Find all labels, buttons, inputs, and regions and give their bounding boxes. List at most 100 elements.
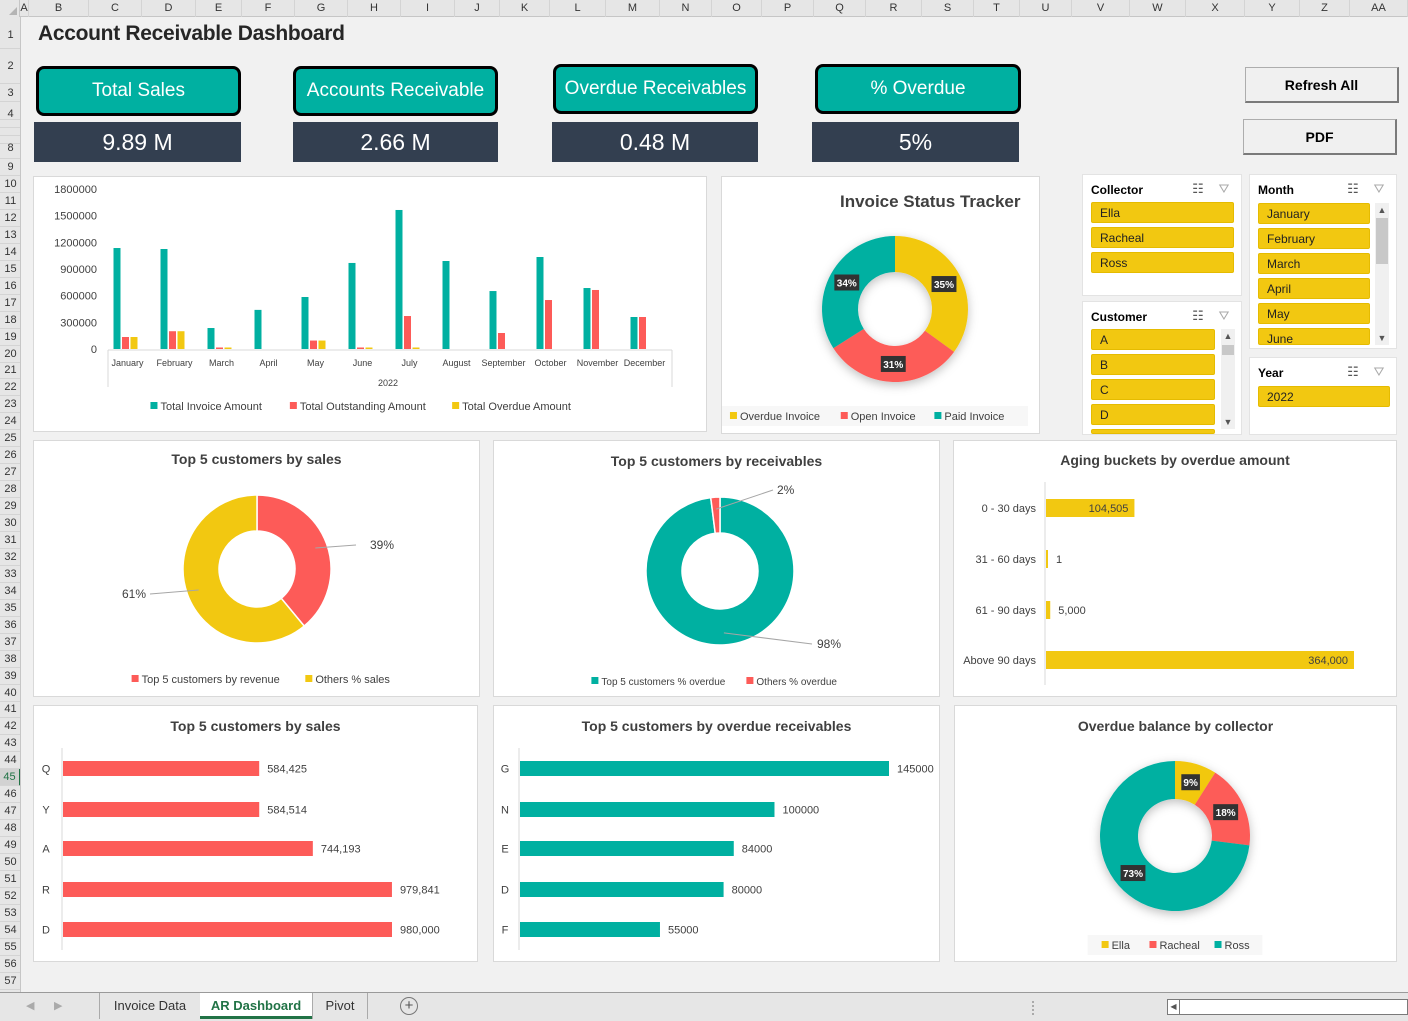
top5-overdue-bar-chart[interactable]: Top 5 customers by overdue receivables G…: [493, 705, 940, 962]
column-header-h[interactable]: H: [348, 0, 401, 17]
scroll-up-icon[interactable]: ▲: [1375, 203, 1389, 217]
slicer-item-month-april[interactable]: April: [1258, 278, 1370, 299]
row-header-48[interactable]: 48: [0, 820, 20, 838]
column-header-s[interactable]: S: [922, 0, 974, 17]
row-header-12[interactable]: 12: [0, 210, 20, 227]
row-header-56[interactable]: 56: [0, 956, 20, 973]
column-header-e[interactable]: E: [196, 0, 242, 17]
column-header-d[interactable]: D: [142, 0, 196, 17]
row-header-31[interactable]: 31: [0, 532, 20, 549]
slicer-item-month-march[interactable]: March: [1258, 253, 1370, 274]
row-header-26[interactable]: 26: [0, 447, 20, 465]
top5-sales-donut-chart[interactable]: Top 5 customers by sales 39% 61% Top 5 cus…: [33, 440, 480, 697]
slicer-item-customer-partial[interactable]: [1091, 429, 1215, 434]
collector-donut-chart[interactable]: Overdue balance by collector 9% 18% 73% Ell…: [954, 705, 1397, 962]
row-header-20[interactable]: 20: [0, 346, 20, 363]
customer-slicer-scrollbar[interactable]: ▲ ▼: [1221, 329, 1235, 429]
scroll-thumb[interactable]: [1222, 345, 1234, 355]
column-header-l[interactable]: L: [550, 0, 606, 17]
column-header-q[interactable]: Q: [814, 0, 866, 17]
clear-filter-icon[interactable]: ⛛: [1215, 308, 1233, 324]
row-header-49[interactable]: 49: [0, 837, 20, 855]
column-header-f[interactable]: F: [242, 0, 295, 17]
row-header-1[interactable]: 1: [0, 21, 20, 49]
refresh-all-button[interactable]: Refresh All: [1245, 67, 1399, 103]
monthly-amounts-chart[interactable]: 1800000 1500000 1200000 900000 600000 300000 0…: [33, 176, 707, 432]
row-header-33[interactable]: 33: [0, 566, 20, 583]
row-header-32[interactable]: 32: [0, 549, 20, 566]
column-header-j[interactable]: J: [455, 0, 500, 17]
column-header-c[interactable]: C: [89, 0, 142, 17]
scroll-left-icon[interactable]: ◀: [1168, 1000, 1180, 1014]
row-header-42[interactable]: 42: [0, 718, 20, 736]
row-header-47[interactable]: 47: [0, 803, 20, 821]
row-header-11[interactable]: 11: [0, 193, 20, 210]
row-header-14[interactable]: 14: [0, 244, 20, 261]
slicer-item-month-may[interactable]: May: [1258, 303, 1370, 324]
column-header-n[interactable]: N: [660, 0, 712, 17]
row-header-35[interactable]: 35: [0, 600, 20, 617]
slicer-item-month-june[interactable]: June: [1258, 328, 1370, 345]
row-header-6[interactable]: [0, 128, 20, 136]
column-header-r[interactable]: R: [866, 0, 922, 17]
row-header-34[interactable]: 34: [0, 583, 20, 600]
slicer-item-collector-ella[interactable]: Ella: [1091, 202, 1234, 223]
row-header-8[interactable]: 8: [0, 138, 20, 159]
row-header-52[interactable]: 52: [0, 888, 20, 905]
column-header-u[interactable]: U: [1020, 0, 1072, 17]
row-header-19[interactable]: 19: [0, 329, 20, 346]
slicer-item-month-january[interactable]: January: [1258, 203, 1370, 224]
column-header-i[interactable]: I: [401, 0, 455, 17]
row-header-40[interactable]: 40: [0, 685, 20, 702]
multi-select-icon[interactable]: ☷: [1344, 364, 1362, 380]
row-header-57[interactable]: 57: [0, 973, 20, 990]
column-header-k[interactable]: K: [500, 0, 550, 17]
row-header-41[interactable]: 41: [0, 701, 20, 719]
tab-splitter-handle[interactable]: [1032, 1001, 1035, 1015]
clear-filter-icon[interactable]: ⛛: [1370, 181, 1388, 197]
slicer-item-year-2022[interactable]: 2022: [1258, 386, 1390, 407]
column-header-b[interactable]: B: [29, 0, 89, 17]
pdf-button[interactable]: PDF: [1243, 119, 1397, 155]
row-header-4[interactable]: 4: [0, 108, 20, 120]
column-header-a[interactable]: A: [20, 0, 29, 17]
select-all-corner[interactable]: [0, 0, 20, 17]
tab-scroll-left-icon[interactable]: ◀: [26, 999, 34, 1012]
row-header-28[interactable]: 28: [0, 481, 20, 499]
row-header-55[interactable]: 55: [0, 939, 20, 956]
row-header-36[interactable]: 36: [0, 617, 20, 634]
slicer-item-customer-b[interactable]: B: [1091, 354, 1215, 375]
row-header-29[interactable]: 29: [0, 498, 20, 516]
column-header-t[interactable]: T: [974, 0, 1020, 17]
scroll-down-icon[interactable]: ▼: [1221, 415, 1235, 429]
row-header-50[interactable]: 50: [0, 854, 20, 871]
row-header-5[interactable]: [0, 120, 20, 128]
slicer-item-collector-ross[interactable]: Ross: [1091, 252, 1234, 273]
row-header-22[interactable]: 22: [0, 379, 20, 397]
row-header-45[interactable]: 45: [0, 769, 20, 787]
column-header-z[interactable]: Z: [1300, 0, 1350, 17]
row-header-30[interactable]: 30: [0, 515, 20, 532]
aging-buckets-chart[interactable]: Aging buckets by overdue amount 0 - 30 d…: [953, 440, 1397, 697]
row-header-9[interactable]: 9: [0, 159, 20, 176]
row-header-44[interactable]: 44: [0, 752, 20, 770]
scroll-up-icon[interactable]: ▲: [1221, 329, 1235, 343]
invoice-status-chart[interactable]: Invoice Status Tracker 35% 31% 34% Overdue …: [715, 176, 1040, 434]
row-header-27[interactable]: 27: [0, 464, 20, 482]
clear-filter-icon[interactable]: ⛛: [1370, 364, 1388, 380]
row-header-43[interactable]: 43: [0, 735, 20, 753]
row-header-53[interactable]: 53: [0, 905, 20, 922]
slicer-item-customer-a[interactable]: A: [1091, 329, 1215, 350]
row-header-24[interactable]: 24: [0, 413, 20, 431]
top5-receivables-donut-chart[interactable]: Top 5 customers by receivables 98% 2% Top …: [493, 440, 940, 697]
row-header-39[interactable]: 39: [0, 668, 20, 685]
column-header-v[interactable]: V: [1072, 0, 1130, 17]
column-header-g[interactable]: G: [295, 0, 348, 17]
row-header-3[interactable]: 3: [0, 84, 20, 102]
slicer-item-month-february[interactable]: February: [1258, 228, 1370, 249]
tab-ar-dashboard[interactable]: AR Dashboard: [200, 993, 312, 1019]
column-header-y[interactable]: Y: [1245, 0, 1300, 17]
row-header-17[interactable]: 17: [0, 295, 20, 312]
column-header-x[interactable]: X: [1186, 0, 1245, 17]
row-header-23[interactable]: 23: [0, 396, 20, 414]
